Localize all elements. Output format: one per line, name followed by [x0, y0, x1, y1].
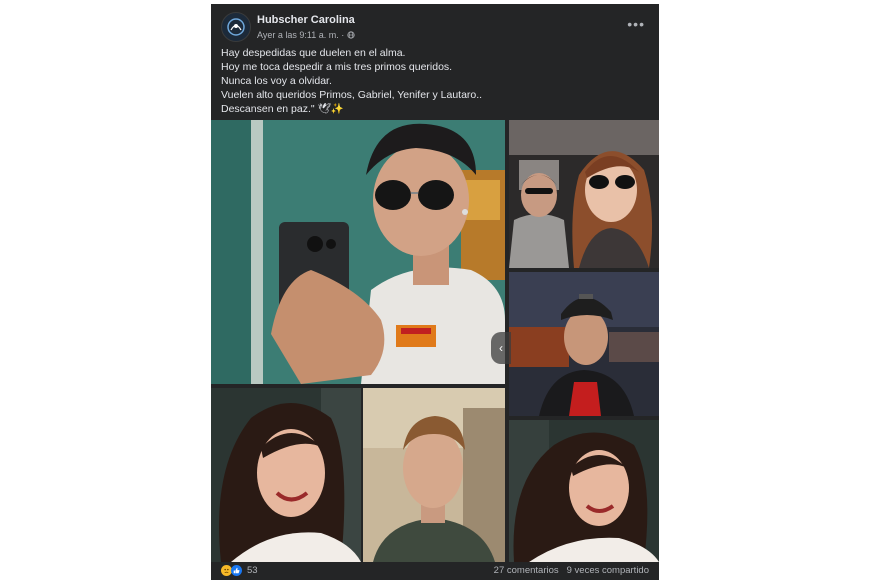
caption-line: Nunca los voy a olvidar. — [221, 75, 332, 87]
caption-line: Hoy me toca despedir a mis tres primos q… — [221, 61, 453, 73]
photo-woman-left[interactable] — [211, 388, 361, 562]
post-caption: Hay despedidas que duelen en el alma. Ho… — [221, 46, 641, 116]
photo-woman-right[interactable] — [509, 420, 659, 562]
photo-mirror-selfie[interactable] — [211, 120, 505, 384]
globe-icon — [347, 31, 355, 39]
caption-line: Descansen en paz." 🕊✨ — [221, 103, 344, 115]
avatar-logo-icon — [227, 18, 245, 36]
more-options-icon[interactable]: ••• — [627, 16, 645, 32]
reaction-count: 53 — [247, 565, 258, 576]
photo-next-arrow-icon[interactable]: ‹ — [491, 332, 511, 364]
post-meta: Ayer a las 9:11 a. m. · — [257, 30, 355, 40]
photo-man-center-image — [363, 388, 505, 562]
photo-man-cap[interactable] — [509, 272, 659, 416]
photo-couple-car-image — [509, 120, 659, 268]
photo-man-center[interactable] — [363, 388, 505, 562]
post-header: Hubscher Carolina Ayer a las 9:11 a. m. … — [221, 12, 649, 44]
photo-man-cap-image — [509, 272, 659, 416]
avatar[interactable] — [221, 12, 251, 42]
photo-couple-car[interactable] — [509, 120, 659, 268]
author-name[interactable]: Hubscher Carolina — [257, 14, 355, 26]
comments-count-link[interactable]: 27 comentarios — [494, 565, 559, 576]
photo-collage: ‹ — [211, 120, 659, 562]
reaction-summary[interactable]: 53 — [221, 565, 258, 576]
caption-line: Vuelen alto queridos Primos, Gabriel, Ye… — [221, 89, 483, 101]
caption-line: Hay despedidas que duelen en el alma. — [221, 47, 406, 59]
facebook-post: Hubscher Carolina Ayer a las 9:11 a. m. … — [211, 4, 659, 580]
engagement-stats: 27 comentarios 9 veces compartido — [494, 565, 649, 576]
shares-count-link[interactable]: 9 veces compartido — [567, 565, 649, 576]
photo-mirror-selfie-image — [211, 120, 505, 384]
post-footer: 53 27 comentarios 9 veces compartido — [211, 562, 659, 580]
photo-woman-right-image — [509, 420, 659, 562]
photo-woman-left-image — [211, 388, 361, 562]
like-reaction-icon — [231, 565, 242, 576]
post-timestamp[interactable]: Ayer a las 9:11 a. m. · — [257, 30, 344, 40]
